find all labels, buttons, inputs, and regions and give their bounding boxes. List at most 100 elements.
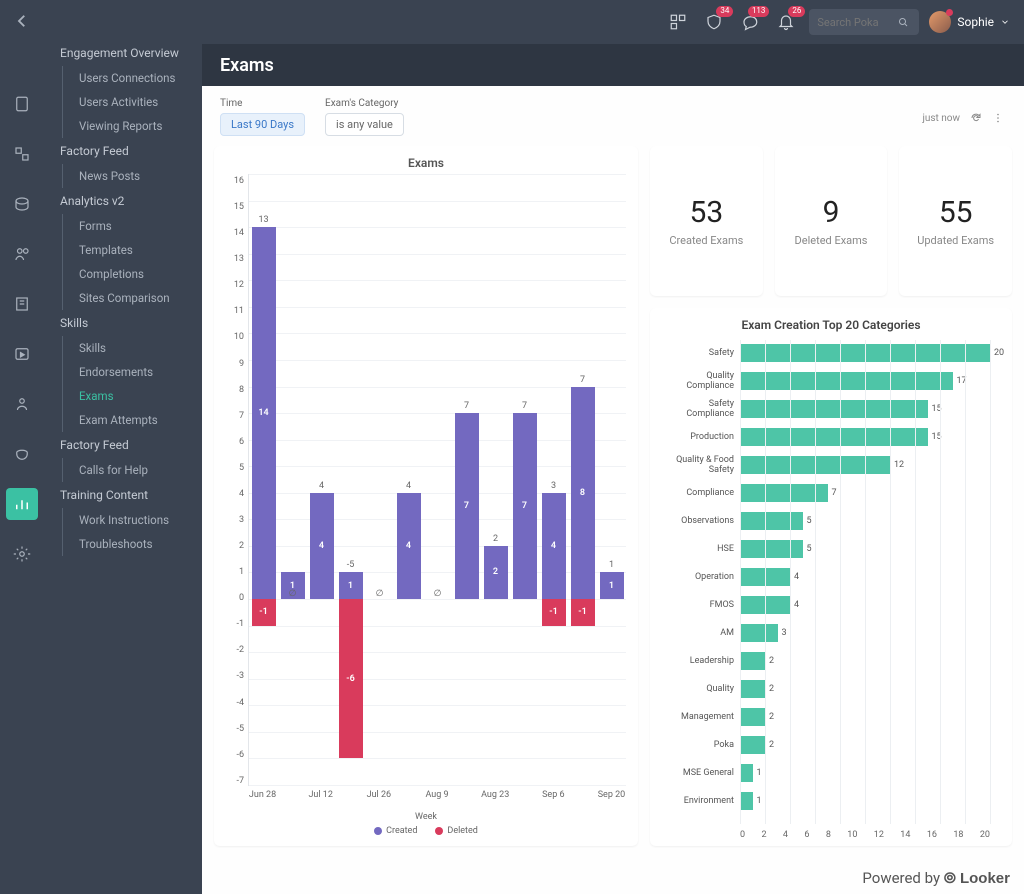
rail-item-7[interactable] — [6, 388, 38, 420]
bar-column: 44 — [307, 174, 336, 785]
categories-chart-card: Exam Creation Top 20 Categories Safety20… — [650, 308, 1012, 846]
sidebar-item[interactable]: Viewing Reports — [62, 114, 202, 138]
sidebar-item[interactable]: Forms — [62, 214, 202, 238]
category-value: 7 — [832, 488, 837, 498]
category-value: 20 — [994, 348, 1004, 358]
category-bar — [740, 764, 753, 782]
sidebar-section[interactable]: Factory Feed — [44, 432, 202, 458]
exams-chart-card: Exams 161514131211109876543210-1-2-3-4-5… — [214, 146, 638, 846]
stat-card: 9 Deleted Exams — [775, 146, 888, 296]
rail-item-settings[interactable] — [6, 538, 38, 570]
sidebar-item[interactable]: News Posts — [62, 164, 202, 188]
category-value: 2 — [769, 656, 774, 666]
rail-item-4[interactable] — [6, 238, 38, 270]
sidebar-section[interactable]: Training Content — [44, 482, 202, 508]
user-menu[interactable]: Sophie — [929, 11, 1010, 33]
search-input[interactable] — [809, 9, 919, 35]
stat-value: 9 — [823, 195, 840, 230]
category-value: 1 — [757, 796, 762, 806]
footer-brand: Powered by ⦾ Looker — [862, 869, 1010, 888]
rail-item-3[interactable] — [6, 188, 38, 220]
category-label: Quality — [662, 684, 740, 694]
chat-icon[interactable]: 113 — [737, 9, 763, 35]
shield-icon[interactable]: 34 — [701, 9, 727, 35]
category-label: MSE General — [662, 768, 740, 778]
category-bar — [740, 792, 753, 810]
category-bar — [740, 708, 765, 726]
category-value: 4 — [794, 572, 799, 582]
sidebar-item[interactable]: Exams — [62, 384, 202, 408]
category-bar — [740, 512, 803, 530]
category-bar — [740, 624, 778, 642]
avatar — [929, 11, 951, 33]
bar-column: 44 — [394, 174, 423, 785]
category-value: 4 — [794, 600, 799, 610]
chevron-down-icon — [1000, 17, 1010, 27]
sidebar-item[interactable]: Completions — [62, 262, 202, 286]
sidebar-item[interactable]: Troubleshoots — [62, 532, 202, 556]
category-value: 2 — [769, 712, 774, 722]
sidebar: Engagement OverviewUsers ConnectionsUser… — [44, 0, 202, 894]
filter-time-value[interactable]: Last 90 Days — [220, 113, 305, 136]
sidebar-section[interactable]: Factory Feed — [44, 138, 202, 164]
bar-column: 1∅ — [278, 174, 307, 785]
rail-item-6[interactable] — [6, 338, 38, 370]
sidebar-item[interactable]: Sites Comparison — [62, 286, 202, 310]
stat-label: Updated Exams — [917, 234, 994, 247]
category-bar — [740, 540, 803, 558]
sidebar-item[interactable]: Users Activities — [62, 90, 202, 114]
topbar: 34 113 26 Sophie — [202, 0, 1024, 44]
sidebar-item[interactable]: Skills — [62, 336, 202, 360]
category-bar — [740, 652, 765, 670]
sidebar-item[interactable]: Calls for Help — [62, 458, 202, 482]
filter-row: Time Last 90 Days Exam's Category is any… — [214, 98, 1012, 136]
category-label: Quality Compliance — [662, 371, 740, 391]
back-icon[interactable] — [13, 12, 31, 34]
rail-item-8[interactable] — [6, 438, 38, 470]
sidebar-section[interactable]: Engagement Overview — [44, 40, 202, 66]
category-label: Safety Compliance — [662, 399, 740, 419]
stat-value: 55 — [939, 195, 973, 230]
category-label: Leadership — [662, 656, 740, 666]
sidebar-item[interactable]: Users Connections — [62, 66, 202, 90]
kebab-icon[interactable] — [992, 112, 1004, 124]
category-value: 5 — [807, 516, 812, 526]
sidebar-item[interactable]: Templates — [62, 238, 202, 262]
category-value: 12 — [894, 460, 904, 470]
filter-cat-value[interactable]: is any value — [325, 113, 404, 136]
rail-item-5[interactable] — [6, 288, 38, 320]
bar-column: 1-6-5 — [336, 174, 365, 785]
refresh-icon[interactable] — [970, 112, 982, 124]
category-label: Production — [662, 432, 740, 442]
category-label: Management — [662, 712, 740, 722]
x-axis-label: Week — [226, 812, 626, 822]
sidebar-section[interactable]: Skills — [44, 310, 202, 336]
refresh-time: just now — [922, 113, 960, 124]
category-label: Observations — [662, 516, 740, 526]
badge-1: 34 — [716, 6, 733, 17]
stat-card: 53Created Exams — [650, 146, 763, 296]
rail-item-1[interactable] — [6, 88, 38, 120]
rail-item-analytics[interactable] — [6, 488, 38, 520]
category-label: FMOS — [662, 600, 740, 610]
rail-item-2[interactable] — [6, 138, 38, 170]
category-label: HSE — [662, 544, 740, 554]
sidebar-item[interactable]: Work Instructions — [62, 508, 202, 532]
sidebar-section[interactable]: Analytics v2 — [44, 188, 202, 214]
category-label: Operation — [662, 572, 740, 582]
sidebar-item[interactable]: Endorsements — [62, 360, 202, 384]
category-label: Compliance — [662, 488, 740, 498]
stat-label: Deleted Exams — [795, 234, 868, 247]
bar-column: 4-13 — [539, 174, 568, 785]
filter-cat-label: Exam's Category — [325, 98, 404, 109]
chart-legend: Created Deleted — [226, 826, 626, 836]
category-label: Quality & Food Safety — [662, 455, 740, 475]
search-field[interactable] — [817, 16, 897, 29]
qr-icon[interactable] — [665, 9, 691, 35]
category-bar — [740, 736, 765, 754]
stat-value: 53 — [689, 195, 723, 230]
bar-column: ∅ — [423, 174, 452, 785]
bell-icon[interactable]: 26 — [773, 9, 799, 35]
sidebar-item[interactable]: Exam Attempts — [62, 408, 202, 432]
category-value: 2 — [769, 740, 774, 750]
